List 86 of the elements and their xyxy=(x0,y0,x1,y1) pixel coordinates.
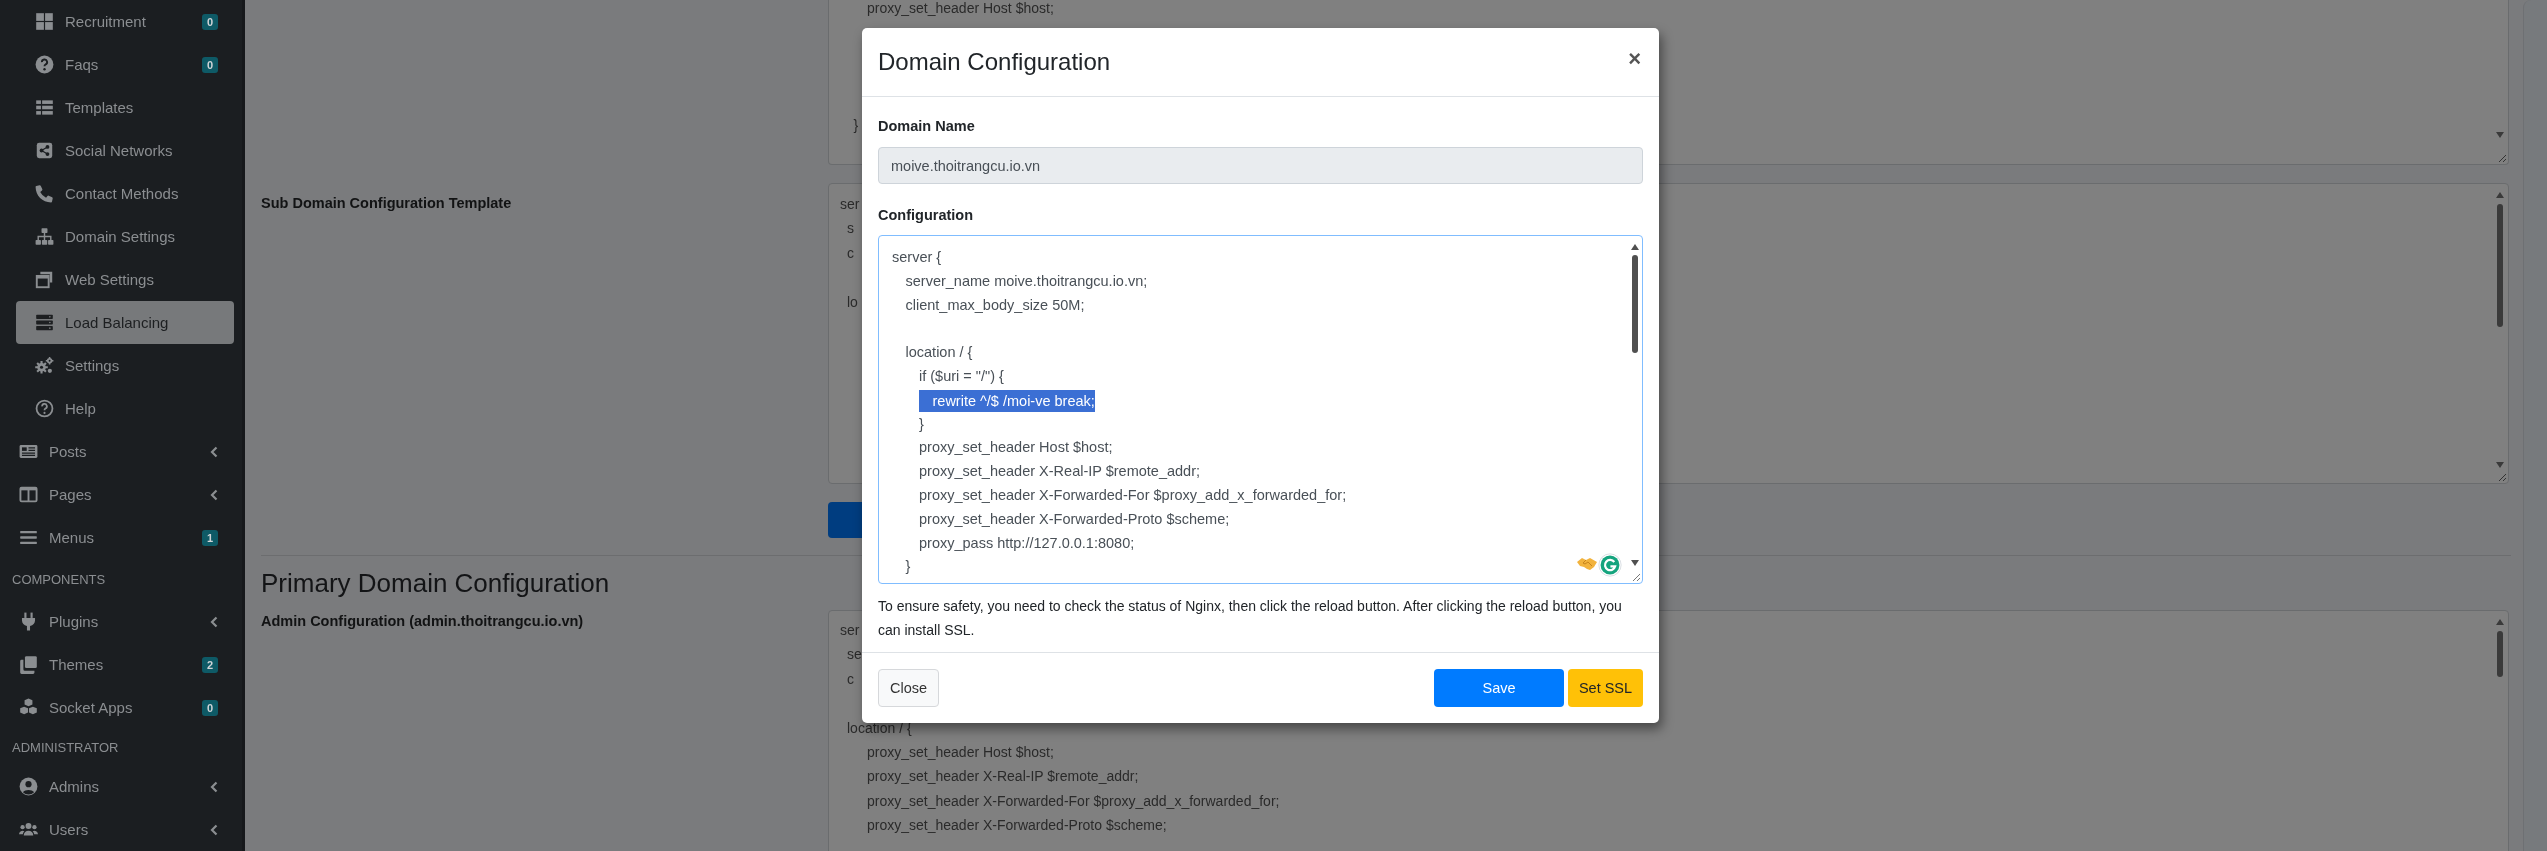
code-line: } xyxy=(853,115,859,135)
sidebar-item[interactable]: Themes 2 xyxy=(8,643,234,686)
count-badge: 1 xyxy=(201,529,218,546)
sidebar-item[interactable]: Faqs 0 xyxy=(16,43,234,86)
count-badge: 0 xyxy=(201,13,218,30)
code-line: proxy_set_header X-Forwarded-For $proxy_add_x_forwarded_for; xyxy=(867,791,1280,811)
code-line: proxy_set_header Host $host; xyxy=(919,438,1113,458)
table-icon xyxy=(35,98,54,117)
code-line: if ($uri = "/") { xyxy=(919,367,1004,386)
count-badge: 0 xyxy=(201,699,218,716)
sitemap-icon xyxy=(35,227,54,246)
code-line: client_max_body_size 50M; xyxy=(905,295,1085,315)
code-line: server { xyxy=(892,248,942,267)
code-line: proxy_set_header X-Forwarded-Proto $scheme; xyxy=(919,509,1230,529)
sidebar-item[interactable]: Admins xyxy=(8,765,234,808)
plug-icon xyxy=(19,612,38,631)
windows-icon xyxy=(35,270,54,289)
code-line: server_name moive.thoitrangcu.io.vn; xyxy=(905,271,1148,291)
code-line: location / { xyxy=(905,343,973,363)
field-label: Configuration xyxy=(878,206,975,224)
handshake-icon[interactable] xyxy=(1576,555,1598,571)
sidebar-item[interactable]: Socket Apps 0 xyxy=(8,686,234,729)
code-line: lo xyxy=(847,292,858,312)
newspaper-icon xyxy=(19,442,38,461)
field-label: Admin Configuration (admin.thoitrangcu.io.vn) xyxy=(261,613,584,629)
code-line: proxy_set_header X-Forwarded-Proto $scheme; xyxy=(867,816,1167,836)
sidebar-item[interactable]: Recruitment 0 xyxy=(16,0,234,43)
chevron-icon xyxy=(210,823,218,836)
code-line: proxy_set_header X-Forwarded-For $proxy_add_x_forwarded_for; xyxy=(919,485,1347,505)
code-line: ser xyxy=(840,621,860,640)
cubes-icon xyxy=(19,698,38,717)
columns-icon xyxy=(19,485,38,504)
ssl-button[interactable]: Set SSL xyxy=(1568,669,1643,707)
code-line: proxy_set_header X-Real-IP $remote_addr; xyxy=(919,462,1201,482)
phone-icon xyxy=(35,184,54,203)
sidebar-item[interactable]: Contact Methods xyxy=(16,172,234,215)
code-line: } xyxy=(919,414,924,434)
chevron-icon xyxy=(210,615,218,628)
domain-name-field[interactable]: moive.thoitrangcu.io.vn xyxy=(878,147,1643,184)
question-circle-icon xyxy=(35,55,54,74)
section-title: Primary Domain Configuration xyxy=(261,567,610,600)
chevron-icon xyxy=(210,780,218,793)
sidebar-item[interactable]: Users xyxy=(8,808,234,851)
chevron-icon xyxy=(210,488,218,501)
code-line: s xyxy=(847,219,854,239)
count-badge: 2 xyxy=(201,656,218,673)
chevron-icon xyxy=(210,445,218,458)
dialog-title: Domain Configuration xyxy=(878,48,1111,76)
sidebar-item[interactable]: Load Balancing xyxy=(16,301,234,344)
server-icon xyxy=(35,313,54,332)
sidebar-item[interactable]: Social Networks xyxy=(16,129,234,172)
code-line: proxy_set_header Host $host; xyxy=(867,0,1054,18)
sidebar-item[interactable]: Menus 1 xyxy=(8,516,234,559)
sidebar-item[interactable]: Domain Settings xyxy=(16,215,234,258)
section-heading: ADMINISTRATOR xyxy=(12,739,119,755)
code-line: proxy_set_header X-Real-IP $remote_addr; xyxy=(867,767,1139,787)
close-button[interactable]: Close xyxy=(878,669,940,707)
sidebar-item[interactable]: Templates xyxy=(16,86,234,129)
sidebar-item[interactable]: Settings xyxy=(16,344,234,387)
code-line: se xyxy=(847,645,862,665)
help-icon xyxy=(35,399,54,418)
grammar-assistant-icon[interactable] xyxy=(1598,553,1622,577)
code-line: c xyxy=(847,669,854,689)
sidebar-item[interactable]: Help xyxy=(16,387,234,430)
menu-icon xyxy=(19,528,38,547)
copy-icon xyxy=(19,655,38,674)
close-button[interactable]: × xyxy=(1626,48,1643,70)
user-icon xyxy=(19,777,38,796)
sidebar-item[interactable]: Posts xyxy=(8,430,234,473)
sidebar-item[interactable]: Plugins xyxy=(8,600,234,643)
code-line: ser xyxy=(840,195,860,214)
sidebar-item[interactable]: Pages xyxy=(8,473,234,516)
field-label: Domain Name xyxy=(878,117,976,135)
share-icon xyxy=(35,141,54,160)
code-line: } xyxy=(905,557,911,577)
section-heading: COMPONENTS xyxy=(12,572,106,587)
count-badge: 0 xyxy=(201,56,218,73)
sidebar-item[interactable]: Web Settings xyxy=(16,258,234,301)
save-button[interactable]: Save xyxy=(1434,669,1564,707)
code-line: proxy_pass http://127.0.0.1:8080; xyxy=(919,533,1135,553)
code-line: c xyxy=(847,243,854,263)
configuration-textarea[interactable] xyxy=(878,235,1643,584)
gears-icon xyxy=(35,356,54,375)
grid-icon xyxy=(35,12,54,31)
code-line: proxy_set_header Host $host; xyxy=(867,742,1054,762)
field-label: Sub Domain Configuration Template xyxy=(261,195,512,211)
